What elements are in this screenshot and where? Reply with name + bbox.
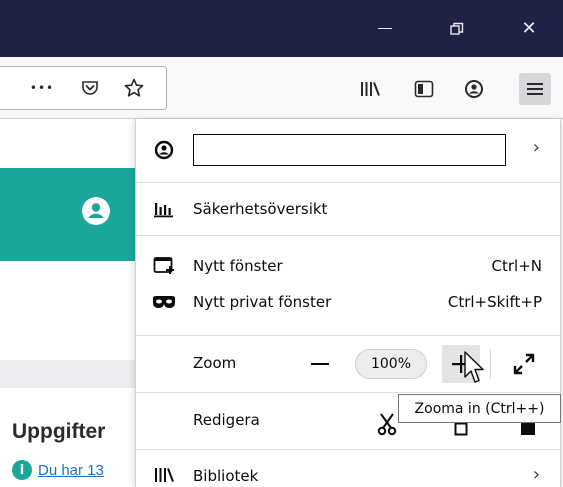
hamburger-menu-icon[interactable] bbox=[519, 73, 551, 105]
page-heading: Uppgifter bbox=[12, 420, 106, 443]
info-icon: i bbox=[12, 460, 32, 480]
zoom-out-button[interactable] bbox=[306, 350, 334, 378]
paste-button[interactable] bbox=[520, 421, 536, 440]
page-gray-strip bbox=[0, 360, 135, 388]
close-button[interactable]: ✕ bbox=[506, 0, 552, 57]
chevron-right-icon: › bbox=[532, 137, 540, 158]
title-bar: ✕ bbox=[0, 0, 563, 57]
menu-item-library[interactable]: Bibliotek › bbox=[136, 450, 560, 487]
bar-chart-icon bbox=[151, 196, 177, 222]
library-icon[interactable] bbox=[354, 73, 386, 105]
menu-item-shortcut: Ctrl+Skift+P bbox=[447, 293, 542, 311]
chevron-right-icon: › bbox=[532, 464, 540, 485]
cut-button[interactable] bbox=[376, 412, 398, 440]
sidebar-icon[interactable] bbox=[408, 73, 440, 105]
minimize-button[interactable] bbox=[362, 0, 408, 57]
menu-item-label: Nytt fönster bbox=[193, 257, 283, 275]
menu-zoom-row: Zoom 100% bbox=[136, 336, 560, 392]
menu-item-label: Säkerhetsöversikt bbox=[193, 200, 328, 218]
zoom-separator bbox=[490, 349, 491, 379]
fullscreen-button[interactable] bbox=[508, 348, 540, 380]
account-email-field[interactable] bbox=[193, 134, 506, 166]
user-avatar-icon[interactable] bbox=[81, 196, 111, 226]
menu-item-private-window[interactable]: Nytt privat fönster Ctrl+Skift+P bbox=[136, 285, 560, 319]
menu-item-new-window[interactable]: Nytt fönster Ctrl+N bbox=[136, 249, 560, 283]
star-icon[interactable] bbox=[118, 72, 150, 104]
new-window-icon bbox=[151, 253, 177, 279]
scissors-icon bbox=[377, 413, 397, 436]
account-icon bbox=[151, 137, 177, 163]
menu-item-security-overview[interactable]: Säkerhetsöversikt bbox=[136, 183, 560, 235]
copy-icon bbox=[454, 422, 468, 436]
restore-button[interactable] bbox=[434, 0, 480, 57]
library-icon bbox=[151, 462, 177, 487]
account-icon[interactable] bbox=[458, 73, 490, 105]
zoom-label: Zoom bbox=[193, 354, 237, 372]
edit-label: Redigera bbox=[193, 411, 260, 429]
private-mask-icon bbox=[151, 289, 177, 315]
app-menu-panel: › Säkerhetsöversikt Nytt fönster Ctrl+N … bbox=[135, 119, 561, 487]
page-actions-more-button[interactable]: ••• bbox=[26, 72, 58, 104]
info-link[interactable]: Du har 13 bbox=[38, 462, 104, 479]
zoom-reset-button[interactable]: 100% bbox=[355, 349, 427, 379]
menu-item-shortcut: Ctrl+N bbox=[491, 257, 542, 275]
restore-icon bbox=[450, 22, 464, 35]
pocket-icon[interactable] bbox=[74, 72, 106, 104]
menu-item-label: Nytt privat fönster bbox=[193, 293, 332, 311]
zoom-in-tooltip: Zooma in (Ctrl++) bbox=[398, 394, 561, 423]
page-header-band bbox=[0, 168, 135, 261]
url-bar[interactable]: ••• bbox=[0, 66, 167, 110]
menu-account-row[interactable]: › bbox=[136, 119, 560, 182]
menu-item-label: Bibliotek bbox=[193, 467, 259, 485]
mouse-cursor-icon bbox=[464, 351, 484, 383]
close-icon: ✕ bbox=[521, 18, 537, 39]
paste-icon bbox=[521, 423, 535, 435]
menu-divider bbox=[136, 235, 560, 236]
nav-toolbar: ••• bbox=[0, 57, 563, 119]
fullscreen-icon bbox=[513, 353, 535, 375]
copy-button[interactable] bbox=[454, 421, 468, 440]
info-line: i Du har 13 bbox=[12, 460, 104, 480]
